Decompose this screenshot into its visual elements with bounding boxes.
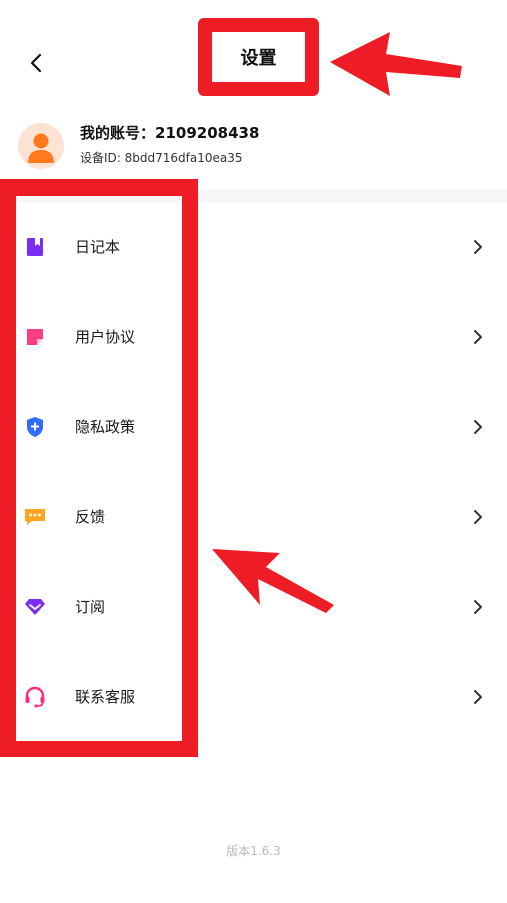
user-avatar-icon [18, 123, 64, 169]
menu-item-feedback[interactable]: 反馈 [0, 472, 507, 562]
menu-label-user-agreement: 用户协议 [75, 328, 136, 346]
menu-item-subscribe[interactable]: 订阅 [0, 562, 507, 652]
settings-menu: 日记本 用户协议 隐私政策 反馈 订阅 联系客服 [0, 202, 507, 742]
annotation-arrow-top [330, 32, 462, 96]
menu-label-customer-service: 联系客服 [75, 688, 136, 706]
annotation-edge-bottom [0, 741, 198, 757]
header-bar: 设置 [0, 0, 507, 110]
chevron-right-icon [471, 416, 485, 438]
menu-item-user-agreement[interactable]: 用户协议 [0, 292, 507, 382]
avatar [18, 123, 64, 169]
chevron-right-icon [471, 326, 485, 348]
back-button[interactable] [22, 48, 50, 78]
shield-plus-icon [24, 416, 46, 438]
device-line: 设备ID: 8bdd716dfa10ea35 [80, 149, 243, 166]
account-line: 我的账号：2109208438 [80, 122, 259, 143]
chevron-right-icon [471, 236, 485, 258]
menu-item-privacy-policy[interactable]: 隐私政策 [0, 382, 507, 472]
device-label: 设备ID: [80, 151, 125, 165]
chevron-right-icon [471, 596, 485, 618]
page-title: 设置 [212, 32, 305, 82]
diamond-icon [24, 596, 46, 618]
title-annotation-box: 设置 [198, 18, 319, 96]
account-label: 我的账号： [80, 124, 156, 142]
notebook-icon [24, 236, 46, 258]
account-number: 2109208438 [155, 124, 260, 142]
menu-item-diary[interactable]: 日记本 [0, 202, 507, 292]
profile-section[interactable]: 我的账号：2109208438 设备ID: 8bdd716dfa10ea35 [0, 112, 507, 190]
menu-label-subscribe: 订阅 [75, 598, 106, 616]
headset-icon [24, 686, 46, 708]
note-icon [24, 326, 46, 348]
menu-label-privacy-policy: 隐私政策 [75, 418, 136, 436]
app-version: 版本1.6.3 [226, 844, 281, 858]
device-id: 8bdd716dfa10ea35 [124, 151, 243, 165]
menu-label-feedback: 反馈 [75, 508, 106, 526]
menu-label-diary: 日记本 [75, 238, 121, 256]
section-divider [0, 190, 507, 202]
chevron-right-icon [471, 506, 485, 528]
chevron-left-icon [30, 53, 42, 73]
chat-bubble-icon [24, 506, 46, 528]
menu-item-customer-service[interactable]: 联系客服 [0, 652, 507, 742]
chevron-right-icon [471, 686, 485, 708]
